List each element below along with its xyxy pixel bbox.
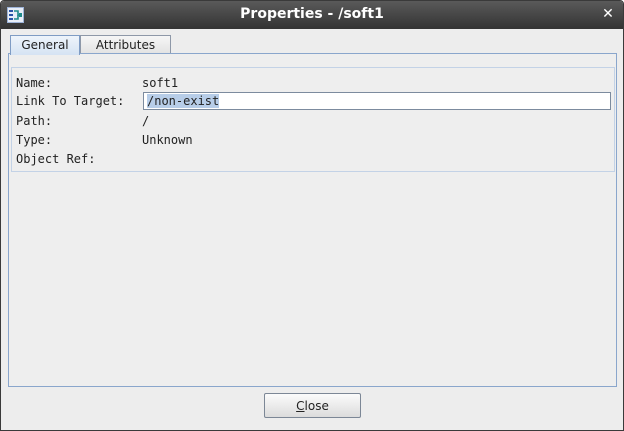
path-label: Path:: [16, 114, 53, 128]
link-to-target-label: Link To Target:: [16, 94, 125, 108]
tab-attributes[interactable]: Attributes: [80, 35, 171, 54]
window-title: Properties - /soft1: [240, 6, 384, 22]
close-mnemonic: C: [296, 399, 305, 413]
title-bar[interactable]: Properties - /soft1 ✕: [1, 1, 623, 29]
properties-group: Name: soft1 Link To Target: /non-exist P…: [11, 67, 615, 172]
properties-dialog: Properties - /soft1 ✕ General Attributes…: [0, 0, 624, 431]
path-value: /: [142, 114, 150, 128]
close-button[interactable]: Close: [264, 393, 361, 418]
type-row: Type: Unknown: [16, 131, 614, 149]
link-to-target-row: Link To Target: /non-exist: [16, 92, 614, 110]
general-tab-panel: Name: soft1 Link To Target: /non-exist P…: [8, 53, 617, 387]
object-ref-row: Object Ref:: [16, 150, 614, 168]
tab-general[interactable]: General: [10, 35, 80, 55]
link-to-target-field[interactable]: /non-exist: [143, 92, 611, 110]
close-label-rest: lose: [304, 399, 329, 413]
name-value: soft1: [142, 76, 179, 90]
object-ref-label: Object Ref:: [16, 152, 96, 166]
type-value: Unknown: [142, 133, 193, 147]
type-label: Type:: [16, 133, 53, 147]
name-label: Name:: [16, 76, 53, 90]
path-row: Path: /: [16, 112, 614, 130]
name-row: Name: soft1: [16, 74, 614, 92]
close-window-icon[interactable]: ✕: [601, 7, 615, 21]
link-to-target-value: /non-exist: [147, 94, 220, 108]
